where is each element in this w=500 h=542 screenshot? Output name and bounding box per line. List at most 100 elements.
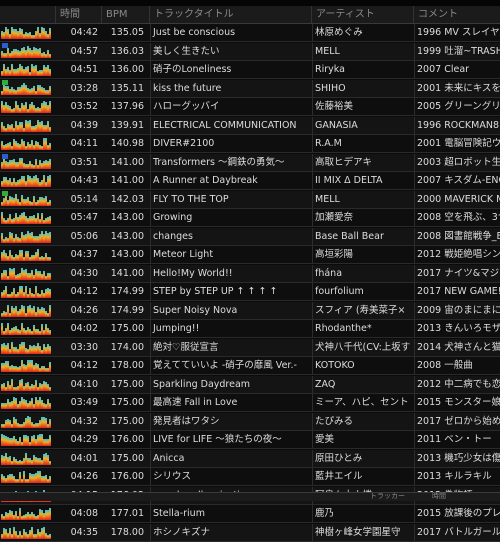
track-artist: 藍井エイル [312, 468, 410, 485]
track-artist: Rhodanthe* [312, 320, 410, 337]
track-bpm: 135.11 [110, 82, 144, 94]
waveform-preview [0, 413, 54, 430]
waveform-preview [0, 320, 54, 337]
table-row[interactable]: 05:47 143.00 Growing 加瀬愛奈 2008 空を飛ぶ、3つ [0, 209, 500, 227]
table-row[interactable]: 04:32 175.00 発見者はワタシたぴみる2017 ゼロから始める [0, 412, 500, 431]
track-comment: 2012 中二病でも恋が [414, 375, 500, 393]
track-comment: 2015 放課後のプレアデ [414, 505, 500, 522]
table-row[interactable]: 05:06 143.00 changes Base Ball Bear 2008 図書館… [0, 227, 500, 246]
waveform-preview [0, 24, 54, 41]
waveform-preview [0, 79, 54, 97]
table-row[interactable]: 04:42 135.05 Just be conscious 林原めぐみ 1996 MV… [0, 24, 500, 42]
track-bpm: 176.00 [110, 471, 144, 482]
waveform-preview [0, 376, 54, 393]
track-bpm: 175.00 [110, 378, 144, 390]
table-row[interactable]: 03:51 141.00 Transformers ～鋼鉄の勇気～ 高取ヒデアキ 200… [0, 153, 500, 172]
table-row[interactable]: 03:52 137.96 ハローグッバイ佐藤裕美2005 グリーングリー [0, 98, 500, 116]
track-artist: 林原めぐみ [312, 24, 410, 41]
track-time: 04:35 [70, 526, 98, 538]
track-comment: 2013 機巧少女は傷つ [414, 449, 500, 467]
table-row[interactable]: 05:14 142.03 FLY TO THE TOP MELL 2000 MAVERI… [0, 190, 500, 209]
track-time: 04:29 [70, 434, 98, 445]
waveform-preview [0, 246, 54, 263]
table-row[interactable]: 04:11 140.98 DIVER#2100R.A.M2001 電脳冒険記ウェ [0, 135, 500, 153]
table-row[interactable]: 04:12 178.00 覚えてていいよ -硝子の靡風 Ver.- KOTOKO 200… [0, 357, 500, 375]
waveform-header[interactable] [0, 6, 56, 23]
table-row[interactable]: 04:26 174.99 Super Noisy Nova スフィア (寿美菜子× 20… [0, 301, 500, 320]
track-artist: 鹿乃 [312, 505, 410, 522]
table-row[interactable]: 04:30 141.00 Hello!My World!! fhána 2017 ナイツ… [0, 264, 500, 283]
table-row[interactable]: 04:26 176.00 シリウス 藍井エイル 2013 キルラキル [0, 468, 500, 486]
track-comment: 2001 電脳冒険記ウェ [414, 135, 500, 152]
table-row[interactable]: 04:43 141.00 A Runner at Daybreak II MIX Δ … [0, 172, 500, 190]
table-row[interactable]: 04:01 175.00 Anicca原田ひとみ2013 機巧少女は傷つ [0, 449, 500, 468]
waveform-preview [0, 172, 54, 189]
table-row[interactable]: 03:30 174.00 絶対♡服従宣言 犬神八千代(CV:上坂す 2014 犬神さんと… [0, 338, 500, 357]
track-bpm: 178.00 [110, 526, 144, 538]
track-bpm: 177.01 [110, 508, 144, 519]
track-artist: MELL [312, 190, 410, 208]
table-row[interactable]: 04:37 143.00 Meteor Light高垣彩陽2012 戦姫絶唱シンフ [0, 246, 500, 264]
table-row[interactable]: 04:29 176.00 LIVE for LIFE ～狼たちの夜～ 愛美 2011 ベ… [0, 431, 500, 449]
track-title: Hello!My World!! [150, 264, 310, 282]
track-bpm: 136.03 [110, 45, 144, 57]
track-artist: 加瀬愛奈 [312, 209, 410, 226]
title-header[interactable]: トラックタイトル [150, 6, 312, 23]
track-bpm: 143.00 [110, 212, 144, 223]
table-row[interactable]: 04:12 174.99 STEP by STEP UP ↑ ↑ ↑ ↑ fourfo… [0, 283, 500, 301]
artist-header[interactable]: アーティスト [312, 6, 414, 23]
track-time: 04:57 [70, 45, 98, 57]
waveform-preview [0, 339, 54, 356]
track-bpm: 175.00 [110, 397, 144, 408]
track-comment: 2017 ゼロから始める [414, 412, 500, 430]
table-row[interactable]: 03:28 135.11 kiss the future SHIHO 2001 未来にキ… [0, 79, 500, 98]
track-comment: 2008 図書館戦争_ED [414, 227, 500, 245]
table-row[interactable]: 04:57 136.03 美しく生きたいMELL1999 吐溜~TRASH~ [0, 42, 500, 61]
waveform-preview [0, 209, 54, 226]
track-time: 04:12 [70, 360, 98, 371]
track-title: Transformers ～鋼鉄の勇気～ [150, 153, 310, 171]
comment-header[interactable]: コメント [414, 6, 500, 23]
track-artist: MELL [312, 42, 410, 60]
track-bpm: 143.00 [110, 230, 144, 242]
track-title: ELECTRICAL COMMUNICATION [150, 116, 310, 134]
track-bpm: 140.98 [110, 138, 144, 149]
track-time: 03:30 [70, 341, 98, 353]
bpm-header[interactable]: BPM [102, 6, 150, 23]
track-bpm: 178.00 [110, 360, 144, 371]
waveform-preview [0, 135, 54, 152]
track-time: 04:42 [70, 27, 98, 38]
track-time: 04:37 [70, 249, 98, 260]
table-row[interactable]: 03:49 175.00 最高速 Fall in Love ミーア、ハピ、セント 201… [0, 394, 500, 412]
table-row[interactable]: 04:39 139.91 ELECTRICAL COMMUNICATION GANAS… [0, 116, 500, 135]
track-title: Growing [150, 209, 310, 226]
track-bpm: 139.91 [110, 119, 144, 131]
track-comment: 2007 キスダム-ENGA [414, 172, 500, 189]
table-row[interactable]: 04:51 136.00 硝子のLoneliness Riryka 2007 Clear [0, 61, 500, 79]
track-artist: KOTOKO [312, 357, 410, 374]
track-comment: 1996 ROCKMAN8 メ [414, 116, 500, 134]
track-artist: 原田ひとみ [312, 449, 410, 467]
track-comment: 2005 グリーングリー [414, 98, 500, 115]
table-row[interactable]: 04:35 178.00 ホシノキズナ 神樹ヶ峰女学園星守 2017 バトルガール [0, 523, 500, 542]
track-title: Anicca [150, 449, 310, 467]
waveform-preview [0, 357, 54, 374]
table-row[interactable]: 04:08 177.01 Stella-rium鹿乃2015 放課後のプレアデ [0, 505, 500, 523]
track-artist: たぴみる [312, 412, 410, 430]
track-bpm: 141.00 [110, 175, 144, 186]
waveform-preview [0, 524, 54, 541]
track-title: changes [150, 227, 310, 245]
track-artist: Base Ball Bear [312, 227, 410, 245]
track-comment: 2008 一般曲 [414, 357, 500, 374]
track-comment: 2008 空を飛ぶ、3つ [414, 209, 500, 226]
track-title: FLY TO THE TOP [150, 190, 310, 208]
waveform-preview [0, 468, 54, 485]
track-title: シリウス [150, 468, 310, 485]
track-bpm: 175.00 [110, 415, 144, 427]
table-row[interactable]: 04:10 175.00 Sparkling Daydream ZAQ 2012 中二病… [0, 375, 500, 394]
time-header[interactable]: 時間 [56, 6, 102, 23]
track-comment: 2017 ナイツ&マジック [414, 264, 500, 282]
table-row[interactable]: 04:02 175.00 Jumping!! Rhodanthe* 2013 きんいろモ… [0, 320, 500, 338]
track-title: Super Noisy Nova [150, 301, 310, 319]
track-bpm: 142.03 [110, 193, 144, 205]
